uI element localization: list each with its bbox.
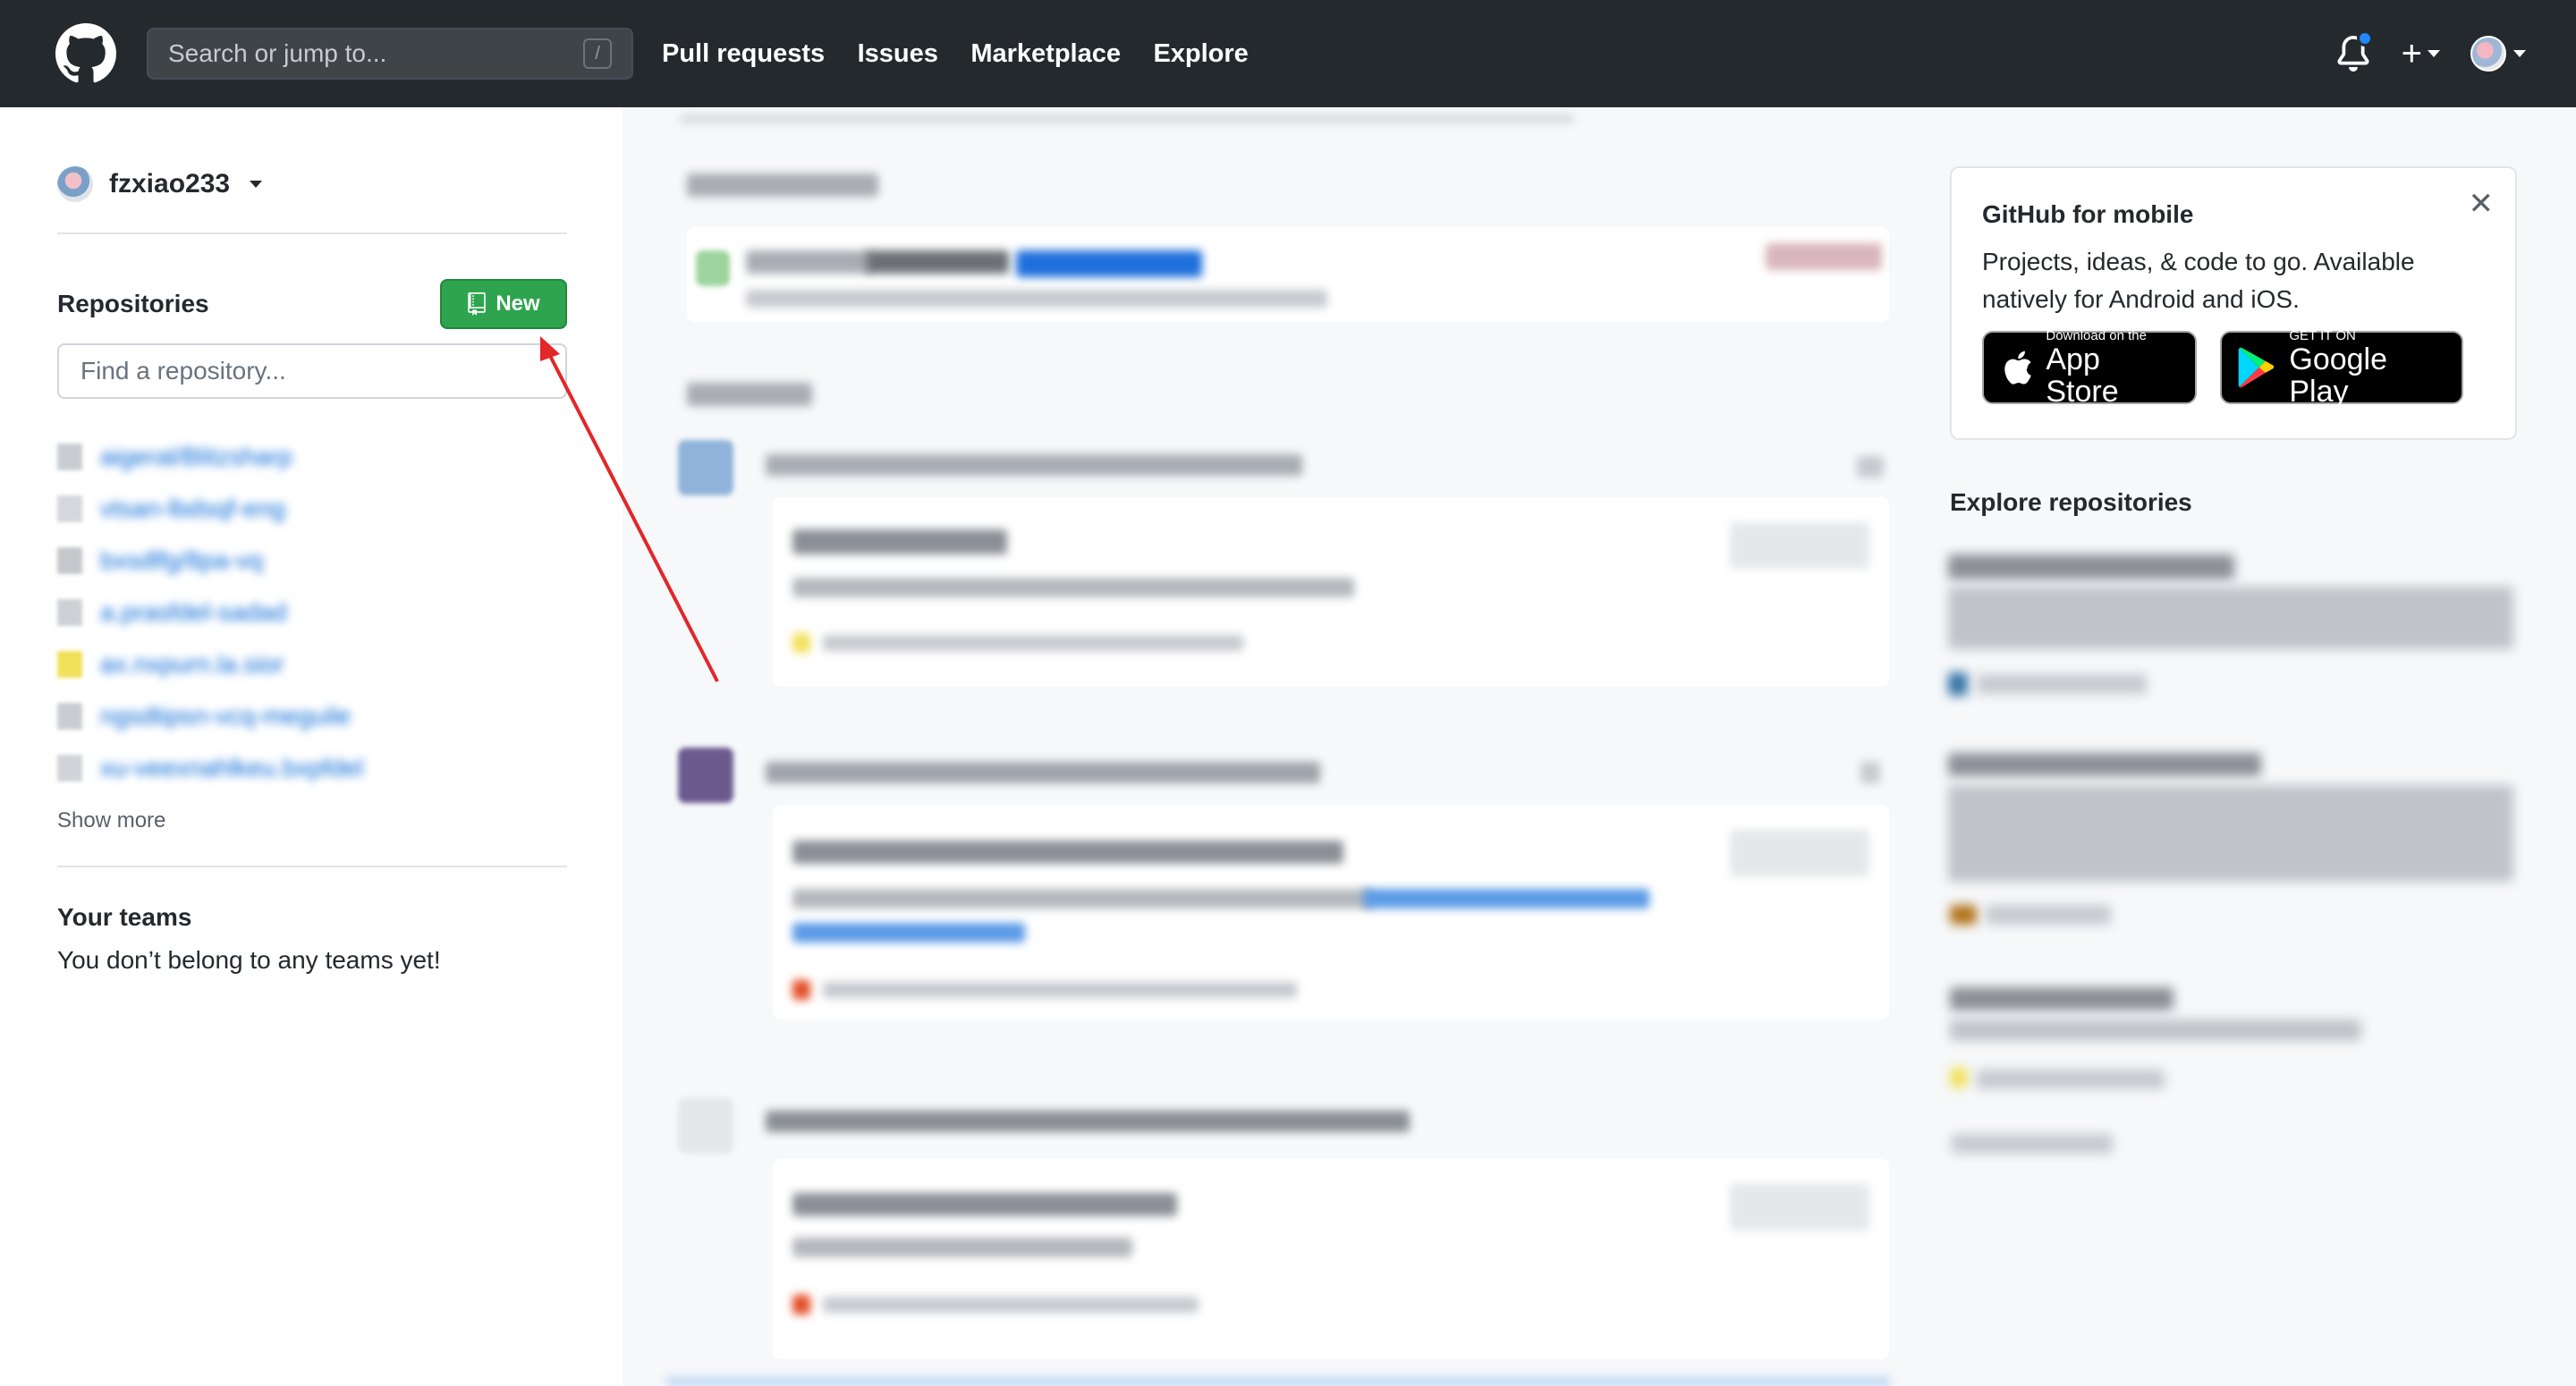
annotation-arrow <box>540 336 719 682</box>
